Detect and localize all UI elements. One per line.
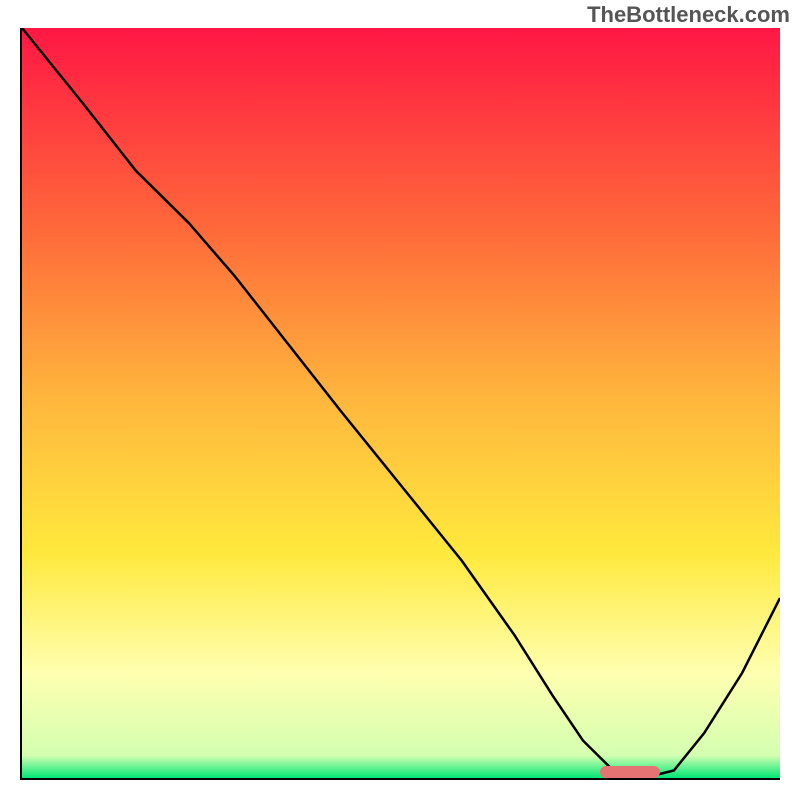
chart-plot-area: [20, 28, 780, 780]
optimal-range-marker: [600, 766, 661, 778]
watermark-text: TheBottleneck.com: [587, 2, 790, 28]
bottleneck-curve: [22, 28, 780, 778]
